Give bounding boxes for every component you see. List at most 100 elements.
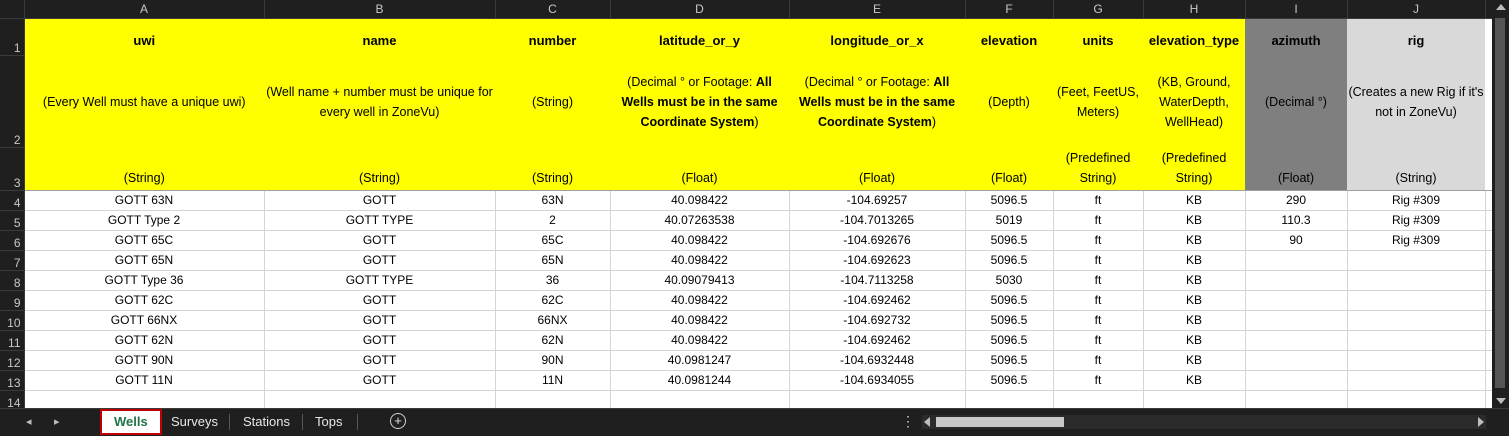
cell-f2[interactable]: (Depth) [965,55,1053,148]
cell-c1[interactable]: number [495,18,610,56]
cell-f6[interactable]: 5096.5 [965,230,1054,251]
cell-h9[interactable]: KB [1143,290,1246,311]
cell-k14[interactable] [1485,390,1492,408]
cell-d2[interactable]: (Decimal ° or Footage: All Wells must be… [610,55,789,148]
cell-j8[interactable] [1347,270,1486,291]
cell-c3[interactable]: (String) [495,147,610,191]
cell-b10[interactable]: GOTT [264,310,496,331]
cell-d6[interactable]: 40.098422 [610,230,790,251]
cell-j9[interactable] [1347,290,1486,311]
cell-e1[interactable]: longitude_or_x [789,18,965,56]
cell-d5[interactable]: 40.07263538 [610,210,790,231]
select-all-corner[interactable] [0,0,25,19]
cell-j13[interactable] [1347,370,1486,391]
cell-f3[interactable]: (Float) [965,147,1053,191]
tab-surveys[interactable]: Surveys [159,409,230,435]
cell-b13[interactable]: GOTT [264,370,496,391]
cell-b11[interactable]: GOTT [264,330,496,351]
cell-d9[interactable]: 40.098422 [610,290,790,311]
cell-b7[interactable]: GOTT [264,250,496,271]
cell-a2[interactable]: (Every Well must have a unique uwi) [24,55,264,148]
cell-d10[interactable]: 40.098422 [610,310,790,331]
next-sheet-icon[interactable]: ▸ [54,415,60,428]
cell-i3[interactable]: (Float) [1245,147,1347,191]
cell-i6[interactable]: 90 [1245,230,1348,251]
cell-a7[interactable]: GOTT 65N [24,250,265,271]
cell-e3[interactable]: (Float) [789,147,965,191]
column-header-e[interactable]: E [789,0,966,19]
cell-d12[interactable]: 40.0981247 [610,350,790,371]
row-number[interactable]: 1 [0,18,25,56]
cell-e7[interactable]: -104.692623 [789,250,966,271]
cell-j2[interactable]: (Creates a new Rig if it's not in ZoneVu… [1347,55,1485,148]
cell-f14[interactable] [965,390,1054,408]
cell-j11[interactable] [1347,330,1486,351]
cell-g8[interactable]: ft [1053,270,1144,291]
cell-f5[interactable]: 5019 [965,210,1054,231]
spreadsheet-grid[interactable]: A B C D E F G H I J 1 uwi name number la… [0,0,1492,408]
cell-c2[interactable]: (String) [495,55,610,148]
cell-h2[interactable]: (KB, Ground, WaterDepth, WellHead) [1143,55,1245,148]
cell-f1[interactable]: elevation [965,18,1053,56]
row-number[interactable]: 7 [0,250,25,271]
cell-e14[interactable] [789,390,966,408]
cell-d7[interactable]: 40.098422 [610,250,790,271]
cell-g5[interactable]: ft [1053,210,1144,231]
row-number[interactable]: 12 [0,350,25,371]
cell-g14[interactable] [1053,390,1144,408]
cell-c11[interactable]: 62N [495,330,611,351]
cell-i14[interactable] [1245,390,1348,408]
cell-f8[interactable]: 5030 [965,270,1054,291]
cell-j1[interactable]: rig [1347,18,1485,56]
cell-a10[interactable]: GOTT 66NX [24,310,265,331]
cell-b5[interactable]: GOTT TYPE [264,210,496,231]
cell-j4[interactable]: Rig #309 [1347,190,1486,211]
cell-b4[interactable]: GOTT [264,190,496,211]
cell-i2[interactable]: (Decimal °) [1245,55,1347,148]
cell-d4[interactable]: 40.098422 [610,190,790,211]
column-header-f[interactable]: F [965,0,1054,19]
cell-i5[interactable]: 110.3 [1245,210,1348,231]
cell-k6[interactable] [1485,230,1492,251]
tab-wells[interactable]: Wells [100,409,162,435]
cell-i4[interactable]: 290 [1245,190,1348,211]
cell-h10[interactable]: KB [1143,310,1246,331]
cell-b2[interactable]: (Well name + number must be unique for e… [264,55,495,148]
cell-k9[interactable] [1485,290,1492,311]
cell-c10[interactable]: 66NX [495,310,611,331]
cell-h11[interactable]: KB [1143,330,1246,351]
cell-f13[interactable]: 5096.5 [965,370,1054,391]
cell-i8[interactable] [1245,270,1348,291]
cell-d11[interactable]: 40.098422 [610,330,790,351]
cell-d13[interactable]: 40.0981244 [610,370,790,391]
cell-h6[interactable]: KB [1143,230,1246,251]
cell-k5[interactable] [1485,210,1492,231]
cell-h3[interactable]: (Predefined String) [1143,147,1245,191]
cell-b12[interactable]: GOTT [264,350,496,371]
cell-e13[interactable]: -104.6934055 [789,370,966,391]
cell-b6[interactable]: GOTT [264,230,496,251]
cell-k1[interactable] [1485,18,1492,56]
cell-a6[interactable]: GOTT 65C [24,230,265,251]
cell-e2[interactable]: (Decimal ° or Footage: All Wells must be… [789,55,965,148]
vertical-scrollbar[interactable] [1492,0,1509,408]
cell-g1[interactable]: units [1053,18,1143,56]
row-number[interactable]: 9 [0,290,25,311]
cell-i11[interactable] [1245,330,1348,351]
cell-h8[interactable]: KB [1143,270,1246,291]
cell-f4[interactable]: 5096.5 [965,190,1054,211]
row-number[interactable]: 5 [0,210,25,231]
column-header-c[interactable]: C [495,0,611,19]
column-header-a[interactable]: A [24,0,265,19]
cell-c5[interactable]: 2 [495,210,611,231]
cell-a1[interactable]: uwi [24,18,264,56]
cell-g11[interactable]: ft [1053,330,1144,351]
cell-k3[interactable] [1485,147,1492,191]
cell-g10[interactable]: ft [1053,310,1144,331]
cell-i12[interactable] [1245,350,1348,371]
cell-j3[interactable]: (String) [1347,147,1485,191]
cell-e12[interactable]: -104.6932448 [789,350,966,371]
cell-g13[interactable]: ft [1053,370,1144,391]
cell-c12[interactable]: 90N [495,350,611,371]
cell-i1[interactable]: azimuth [1245,18,1347,56]
